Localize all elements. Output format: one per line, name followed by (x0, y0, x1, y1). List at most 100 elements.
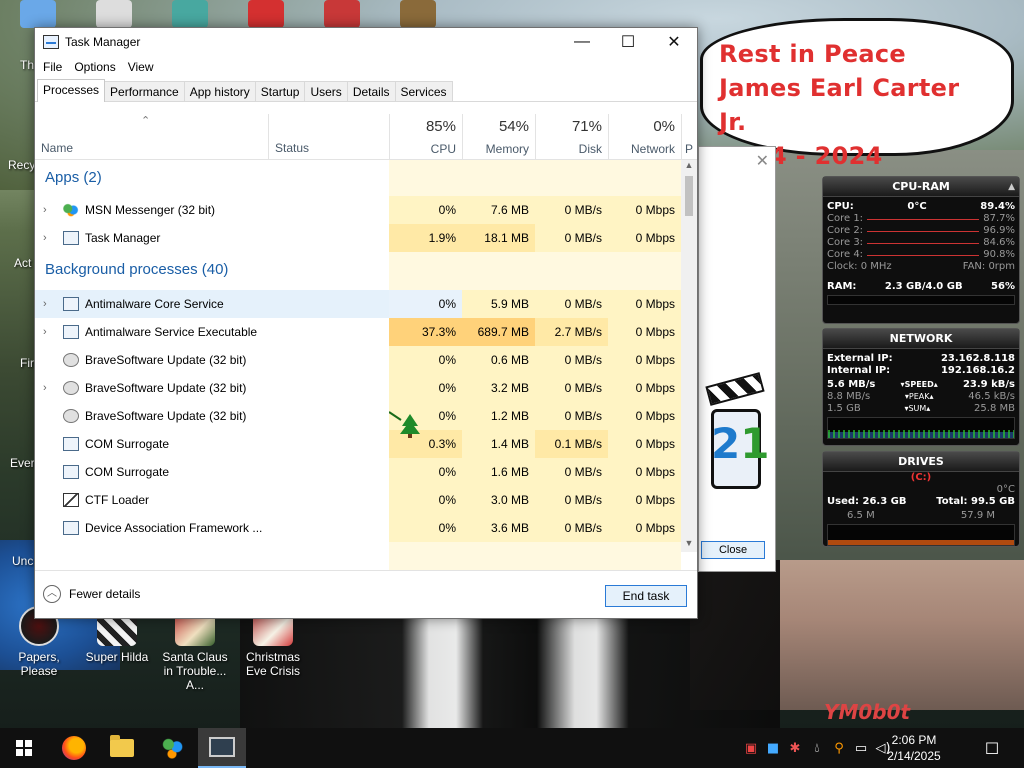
scroll-thumb[interactable] (685, 176, 693, 216)
taskbar-file-explorer[interactable] (98, 728, 146, 768)
cpu-cell: 0% (389, 458, 462, 486)
tray-window-icon[interactable]: ■ (762, 728, 784, 768)
taskbar-task-manager[interactable] (198, 728, 246, 768)
process-row[interactable]: CTF Loader 0% 3.0 MB 0 MB/s 0 Mbps (35, 486, 681, 514)
title-bar[interactable]: Task Manager — ☐ ✕ (35, 28, 697, 56)
expand-icon[interactable]: › (43, 196, 47, 224)
tab-details[interactable]: Details (346, 81, 396, 101)
column-name[interactable]: Name (41, 141, 73, 155)
process-row[interactable]: › Antimalware Core Service 0% 5.9 MB 0 M… (35, 290, 681, 318)
process-row[interactable]: BraveSoftware Update (32 bit) 0% 0.6 MB … (35, 346, 681, 374)
desktop-label-partial[interactable]: Recy (8, 158, 35, 172)
desktop-icon-partial-2[interactable] (96, 0, 132, 28)
vertical-scrollbar[interactable]: ▲ ▼ (681, 160, 697, 552)
tray-search-icon[interactable]: ⚲ (828, 728, 850, 768)
cpu-pct: 89.4% (980, 201, 1015, 212)
column-network[interactable]: 0% Network (608, 114, 681, 160)
menu-options[interactable]: Options (68, 60, 121, 74)
memory-total: 54% (498, 118, 529, 135)
disk-cell: 0 MB/s (535, 486, 608, 514)
ctf-loader-icon (63, 493, 79, 507)
desktop-icon-partial-5[interactable] (324, 0, 360, 28)
column-status[interactable]: Status (275, 141, 309, 155)
memory-cell: 7.6 MB (462, 196, 535, 224)
section-title: Background processes (40) (45, 261, 229, 278)
desktop-icon-partial-3[interactable] (172, 0, 208, 28)
process-row[interactable]: BraveSoftware Update (32 bit) 0% 1.2 MB … (35, 402, 681, 430)
process-row[interactable]: Device Association Framework ... 0% 3.6 … (35, 514, 681, 542)
desktop-label-partial[interactable]: Th (20, 58, 34, 72)
section-title: Apps (2) (45, 169, 102, 186)
process-grid: ⌃ Name Status 85% CPU 54% Memory 71% Dis… (35, 114, 697, 580)
notification-center-icon[interactable]: ☐ (980, 728, 1004, 768)
fewer-details-button[interactable]: ︿ Fewer details (43, 585, 140, 603)
watermark: YM0b0t (824, 700, 911, 724)
network-cell: 0 Mbps (608, 290, 681, 318)
desktop-icon-partial-6[interactable] (400, 0, 436, 28)
menu-file[interactable]: File (37, 60, 68, 74)
tab-startup[interactable]: Startup (254, 81, 306, 101)
background-dialog[interactable]: ✕ 21 Close (698, 146, 776, 572)
com-surrogate-icon (63, 465, 79, 479)
desktop-label-partial[interactable]: Ever (10, 456, 35, 470)
process-row[interactable]: COM Surrogate 0% 1.6 MB 0 MB/s 0 Mbps (35, 458, 681, 486)
taskbar-msn-messenger[interactable] (148, 728, 196, 768)
clapperboard-top (705, 372, 765, 406)
close-button[interactable]: Close (701, 541, 765, 559)
process-list: Apps (2) › MSN Messenger (32 bit) 0% 7.6… (35, 160, 681, 542)
expand-icon[interactable]: › (43, 224, 47, 252)
drive-used: Used: 26.3 GB (827, 496, 907, 507)
column-power-partial[interactable]: P (681, 114, 697, 160)
end-task-button[interactable]: End task (605, 585, 687, 607)
network-gadget[interactable]: NETWORK External IP: 23.162.8.118 Interna… (822, 328, 1020, 446)
process-row[interactable]: › MSN Messenger (32 bit) 0% 7.6 MB 0 MB/… (35, 196, 681, 224)
memory-cell: 5.9 MB (462, 290, 535, 318)
desktop-label-partial[interactable]: Act (14, 256, 31, 270)
tray-drop-icon[interactable]: 💧︎ (806, 728, 828, 768)
column-disk[interactable]: 71% Disk (535, 114, 608, 160)
column-memory[interactable]: 54% Memory (462, 114, 535, 160)
cpu-ram-gadget[interactable]: CPU-RAM ▲ CPU: 0°C 89.4% Core 1: 87.7% Cor… (822, 176, 1020, 324)
tab-performance[interactable]: Performance (104, 81, 185, 101)
desktop-label-partial[interactable]: Fir (20, 356, 34, 370)
chevron-up-icon: ︿ (43, 585, 61, 603)
disk-cell: 0 MB/s (535, 514, 608, 542)
start-button[interactable] (0, 728, 48, 768)
service-icon (63, 325, 79, 339)
tab-users[interactable]: Users (304, 81, 348, 101)
scroll-down-icon[interactable]: ▼ (681, 538, 697, 552)
desktop-label-partial[interactable]: Unc (12, 554, 33, 568)
taskbar-clock[interactable]: 2:06 PM 2/14/2025 (884, 732, 944, 764)
tray-app-icon[interactable]: ▣ (740, 728, 762, 768)
minimize-button[interactable]: — (559, 28, 605, 56)
desktop-icon-partial-4[interactable] (248, 0, 284, 28)
network-icon[interactable]: ▭ (850, 728, 872, 768)
maximize-button[interactable]: ☐ (605, 28, 651, 56)
disk-total: 71% (571, 118, 602, 135)
tab-processes[interactable]: Processes (37, 79, 106, 102)
menu-view[interactable]: View (122, 60, 160, 74)
task-manager-window[interactable]: Task Manager — ☐ ✕ File Options View Pro… (34, 27, 698, 619)
msn-messenger-icon (63, 203, 79, 217)
process-row[interactable]: › Task Manager 1.9% 18.1 MB 0 MB/s 0 Mbp… (35, 224, 681, 252)
tray-msn-icon[interactable]: ✱ (784, 728, 806, 768)
tab-services[interactable]: Services (394, 81, 453, 101)
taskbar-firefox[interactable] (50, 728, 98, 768)
process-row[interactable]: › BraveSoftware Update (32 bit) 0% 3.2 M… (35, 374, 681, 402)
expand-icon[interactable]: › (43, 318, 47, 346)
process-row[interactable]: COM Surrogate 0.3% 1.4 MB 0.1 MB/s 0 Mbp… (35, 430, 681, 458)
cpu-cell: 1.9% (389, 224, 462, 252)
close-button[interactable]: ✕ (651, 28, 697, 56)
close-icon[interactable]: ✕ (756, 151, 769, 170)
expand-icon[interactable]: › (43, 290, 47, 318)
column-cpu[interactable]: 85% CPU (389, 114, 462, 160)
core-label: Core 2: (827, 225, 864, 236)
process-row[interactable]: › Antimalware Service Executable 37.3% 6… (35, 318, 681, 346)
tab-app-history[interactable]: App history (183, 81, 256, 101)
scroll-up-icon[interactable]: ▲ (681, 160, 697, 174)
expand-icon[interactable]: › (43, 374, 47, 402)
cpu-clock: Clock: 0 MHz (827, 261, 892, 272)
section-apps: Apps (2) (35, 160, 681, 196)
desktop-icon-partial-1[interactable] (20, 0, 56, 28)
drives-gadget[interactable]: DRIVES (C:) 0°C Used: 26.3 GB Total: 99.5… (822, 451, 1020, 547)
